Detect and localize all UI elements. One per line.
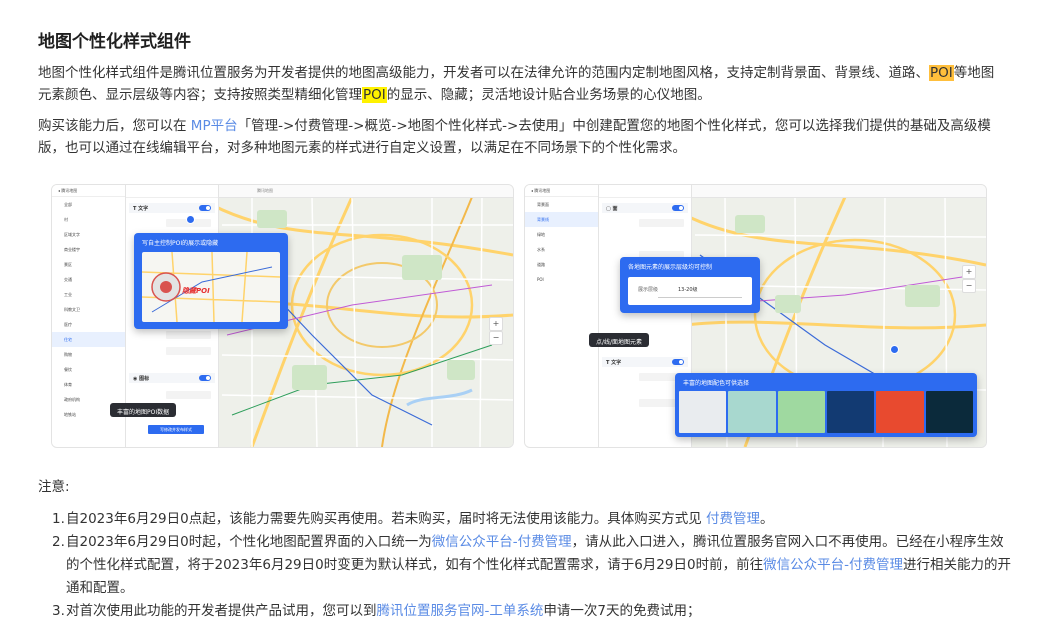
level-slider-track[interactable] <box>658 297 742 298</box>
templates-callout: 丰富的地图配色可供选择 <box>675 373 977 437</box>
sidebar-item[interactable]: 景区 <box>52 257 125 272</box>
icon-toggle[interactable] <box>199 375 211 381</box>
map-pin <box>186 215 195 224</box>
sidebar-item[interactable]: 餐饮 <box>52 362 125 377</box>
text-toggle[interactable] <box>199 205 211 211</box>
sidebar-item[interactable]: 工业 <box>52 287 125 302</box>
level-label: 展示层级 <box>638 287 659 293</box>
sidebar-item[interactable]: 商业楼宇 <box>52 242 125 257</box>
sidebar-list: 全部村区域文字 商业楼宇 景区 交通 工业 科教文卫 医疗 住宅 购物 餐饮 体育 政府机构 地铁站 <box>52 197 125 422</box>
map-pin-2 <box>890 345 899 354</box>
level-caption: 各地图元素的展示层级均可控制 <box>628 264 713 271</box>
sidebar-item[interactable]: 水系 <box>525 242 598 257</box>
note-item-1: 1. 自2023年6月29日0点起，该能力需要先购买再使用。若未购买，届时将无法… <box>52 508 1012 531</box>
sidebar-header-2: ◂ 腾讯地图 <box>525 185 598 197</box>
page-title: 地图个性化样式组件 <box>38 32 191 52</box>
level-range: 13-20级 <box>678 287 698 293</box>
editor-screenshot-levels: ◂ 腾讯地图 背景面 背景线 绿地 水系 道路 POI ▢ 面 T 文字 各地图元素的展示… <box>524 184 987 448</box>
element-sidebar-2: ◂ 腾讯地图 背景面 背景线 绿地 水系 道路 POI <box>525 185 599 447</box>
poi-hide-callout: 写自主控制POI的展示或隐藏 隐藏POI <box>134 233 288 329</box>
sidebar-item[interactable]: 村 <box>52 212 125 227</box>
sidebar-list-2: 背景面 背景线 绿地 水系 道路 POI <box>525 197 598 287</box>
level-card: 展示层级 13-20级 <box>628 277 752 305</box>
hidden-poi-label: 隐藏POI <box>182 287 210 295</box>
sidebar-item[interactable]: 购物 <box>52 347 125 362</box>
poi-highlight-2: POI <box>362 87 387 103</box>
sidebar-header: ◂ 腾讯地图 <box>52 185 125 197</box>
template-swatch[interactable] <box>925 391 973 433</box>
ticket-system-link[interactable]: 腾讯位置服务官网-工单系统 <box>377 603 544 619</box>
poi-data-callout: 丰富的地图POI数据 <box>110 403 177 417</box>
sidebar-item[interactable]: 背景面 <box>525 197 598 212</box>
zoom-in-button-2[interactable]: + <box>962 265 976 279</box>
apply-style-button[interactable]: 写修改并发布样式 <box>148 425 204 434</box>
template-swatch[interactable] <box>826 391 875 433</box>
intro-text-1: 地图个性化样式组件是腾讯位置服务为开发者提供的地图高级能力，开发者可以在法律允许… <box>38 65 929 81</box>
text-toggle-2[interactable] <box>672 359 684 365</box>
offset-field[interactable] <box>166 331 211 339</box>
sidebar-item[interactable]: 背景线 <box>525 212 598 227</box>
section-text: T 文字 <box>129 203 215 213</box>
purchase-text-1: 购买该能力后，您可以在 <box>38 118 191 134</box>
intro-paragraph: 地图个性化样式组件是腾讯位置服务为开发者提供的地图高级能力，开发者可以在法律允许… <box>38 62 998 106</box>
section-icon: ◉ 图标 <box>129 373 215 383</box>
section-fill: ▢ 面 <box>602 203 688 213</box>
note-text-end: 。 <box>760 511 774 527</box>
sidebar-item[interactable]: 道路 <box>525 257 598 272</box>
note-number: 1. <box>52 511 65 527</box>
note-text-end: 申请一次7天的免费试用； <box>543 603 701 619</box>
note-text: 自2023年6月29日0时起，个性化地图配置界面的入口统一为 <box>66 534 432 550</box>
sidebar-item[interactable]: 全部 <box>52 197 125 212</box>
template-swatch[interactable] <box>728 391 776 433</box>
panel-tabs-2 <box>599 185 691 198</box>
sidebar-item[interactable]: 住宅 <box>52 332 125 347</box>
panel-tabs <box>126 185 218 198</box>
scale-field[interactable] <box>166 347 211 355</box>
note-item-2: 2. 自2023年6月29日0时起，个性化地图配置界面的入口统一为微信公众平台-… <box>52 531 1012 600</box>
note-item-3: 3. 对首次使用此功能的开发者提供产品试用，您可以到腾讯位置服务官网-工单系统申… <box>52 600 1012 623</box>
icon-level-field[interactable] <box>166 391 211 399</box>
template-swatch[interactable] <box>876 391 924 433</box>
zoom-in-button[interactable]: + <box>489 317 503 331</box>
note-number: 2. <box>52 534 65 550</box>
poi-hide-caption: 写自主控制POI的展示或隐藏 <box>142 240 219 247</box>
poi-mini-map <box>142 252 280 322</box>
fill-level-field[interactable] <box>639 219 684 227</box>
wechat-billing-link-2[interactable]: 微信公众平台-付费管理 <box>763 557 903 573</box>
zoom-out-button-2[interactable]: − <box>962 279 976 293</box>
intro-text-3: 的显示、隐藏；灵活地设计贴合业务场景的心仪地图。 <box>386 87 711 103</box>
section-text-2: T 文字 <box>602 357 688 367</box>
template-swatch[interactable] <box>679 391 727 433</box>
sidebar-item[interactable]: POI <box>525 272 598 287</box>
notes-list: 1. 自2023年6月29日0点起，该能力需要先购买再使用。若未购买，届时将无法… <box>52 508 1012 623</box>
level-callout: 各地图元素的展示层级均可控制 展示层级 13-20级 <box>620 257 760 313</box>
purchase-paragraph: 购买该能力后，您可以在 MP平台「管理->付费管理->概览->地图个性化样式->… <box>38 115 998 159</box>
zoom-out-button[interactable]: − <box>489 331 503 345</box>
notes-heading: 注意: <box>38 479 70 495</box>
template-swatches <box>679 391 973 433</box>
toolbar-label: 腾讯地图 <box>257 188 273 193</box>
sidebar-item[interactable]: 医疗 <box>52 317 125 332</box>
elements-callout: 点/线/面地图元素 <box>589 333 650 347</box>
note-text: 自2023年6月29日0点起，该能力需要先购买再使用。若未购买，届时将无法使用该… <box>66 511 707 527</box>
document-page: 地图个性化样式组件 地图个性化样式组件是腾讯位置服务为开发者提供的地图高级能力，… <box>0 0 1041 639</box>
sidebar-item[interactable]: 绿地 <box>525 227 598 242</box>
wechat-billing-link[interactable]: 微信公众平台-付费管理 <box>432 534 572 550</box>
note-text: 对首次使用此功能的开发者提供产品试用，您可以到 <box>66 603 377 619</box>
billing-management-link[interactable]: 付费管理 <box>706 511 760 527</box>
sidebar-item[interactable]: 体育 <box>52 377 125 392</box>
editor-screenshot-poi: 腾讯地图 ◂ 腾讯地图 全部村区域文字 商业楼宇 景区 交通 工业 科教文卫 医疗 住宅 购物餐… <box>51 184 514 448</box>
templates-caption: 丰富的地图配色可供选择 <box>683 380 750 387</box>
note-number: 3. <box>52 603 65 619</box>
template-swatch[interactable] <box>777 391 825 433</box>
mp-platform-link[interactable]: MP平台 <box>191 118 238 134</box>
sidebar-item[interactable]: 区域文字 <box>52 227 125 242</box>
sidebar-item[interactable]: 交通 <box>52 272 125 287</box>
poi-highlight-1: POI <box>929 65 954 81</box>
sidebar-item[interactable]: 科教文卫 <box>52 302 125 317</box>
fill-toggle[interactable] <box>672 205 684 211</box>
